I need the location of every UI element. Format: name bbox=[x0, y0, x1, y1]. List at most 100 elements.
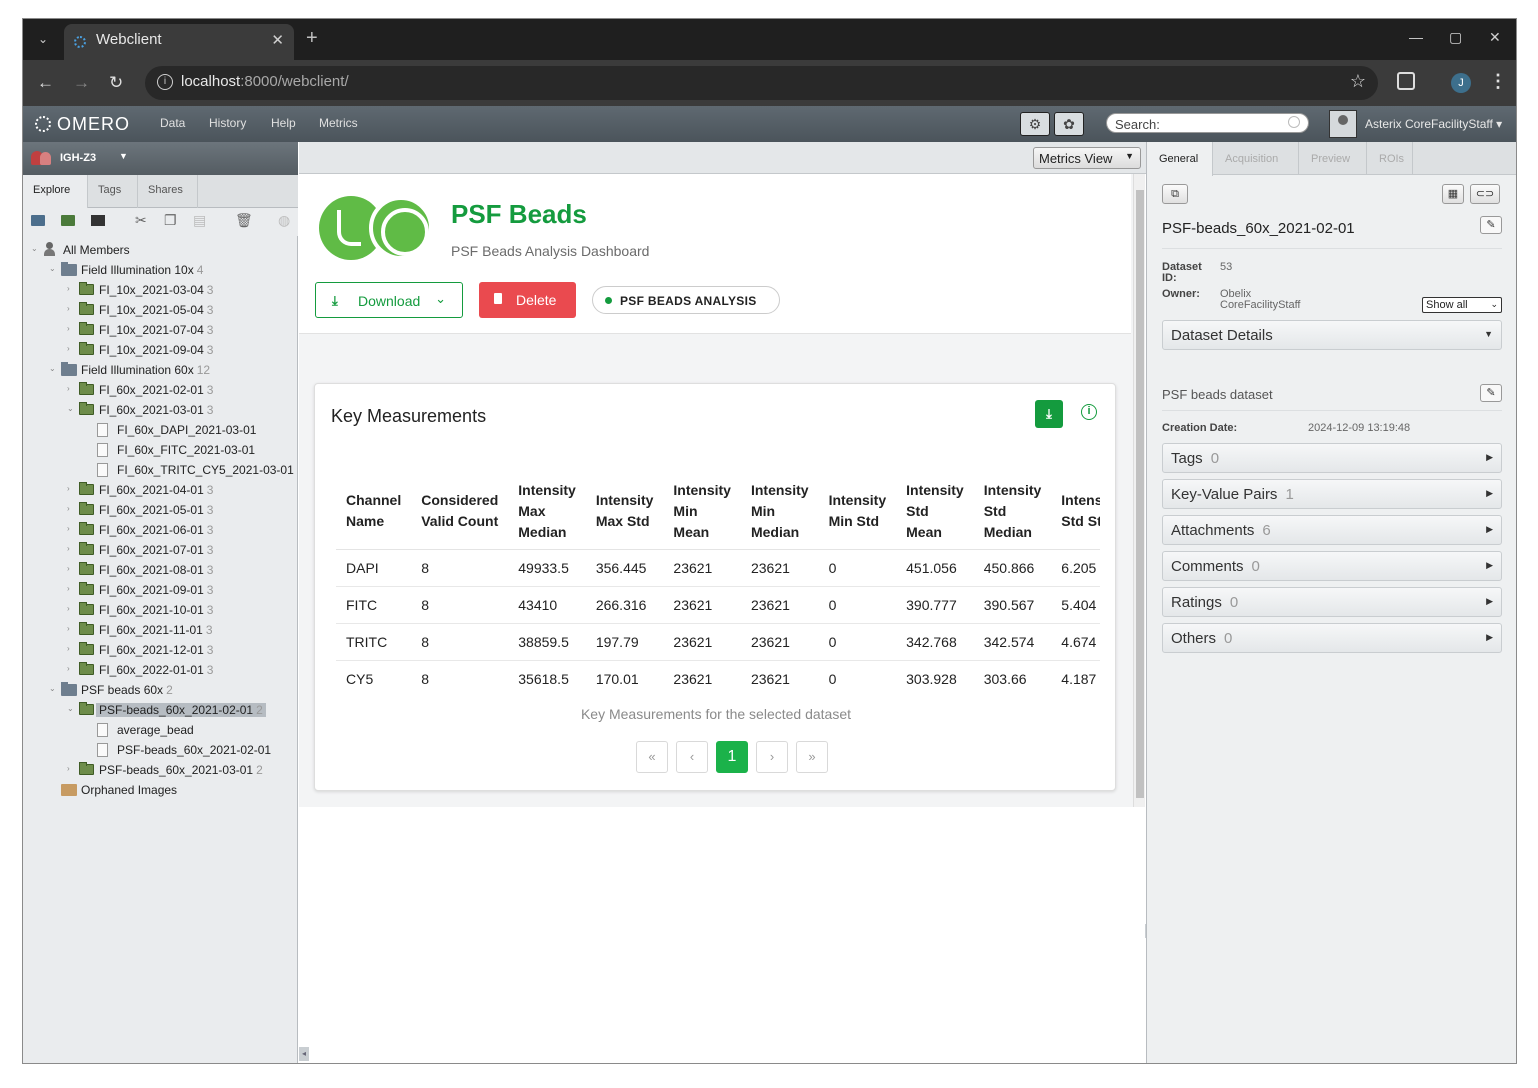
reload-icon[interactable]: ↻ bbox=[109, 73, 123, 93]
expand-arrow-icon[interactable]: › bbox=[67, 544, 70, 553]
tab-shares[interactable]: Shares bbox=[138, 175, 198, 208]
expand-arrow-icon[interactable]: › bbox=[67, 764, 70, 773]
dataset-details-section[interactable]: Dataset Details ▼ bbox=[1162, 320, 1502, 350]
last-page-button[interactable]: » bbox=[796, 741, 828, 773]
tab-preview[interactable]: Preview bbox=[1299, 142, 1367, 175]
nav-metrics[interactable]: Metrics bbox=[319, 116, 358, 130]
scrollbar-thumb[interactable] bbox=[1136, 190, 1144, 798]
nav-data[interactable]: Data bbox=[160, 116, 185, 130]
view-select[interactable]: Metrics View ▼ bbox=[1033, 147, 1141, 169]
next-page-button[interactable]: › bbox=[756, 741, 788, 773]
expand-arrow-icon[interactable]: › bbox=[67, 484, 70, 493]
expand-arrow-icon[interactable]: › bbox=[67, 604, 70, 613]
left-splitter-arrow-icon[interactable]: ◂ bbox=[299, 1047, 309, 1061]
create-project-icon[interactable] bbox=[31, 215, 45, 226]
new-tab-icon[interactable]: + bbox=[306, 27, 318, 50]
column-header[interactable]: Intensity Std Std bbox=[1051, 474, 1100, 550]
section-key-value-pairs[interactable]: Key-Value Pairs 1 ▶ bbox=[1162, 479, 1502, 509]
tab-explore[interactable]: Explore bbox=[23, 175, 88, 209]
column-header[interactable]: Channel Name bbox=[336, 474, 412, 550]
nav-help[interactable]: Help bbox=[271, 116, 296, 130]
column-header[interactable]: Intensity Max Std bbox=[585, 474, 664, 550]
maximize-icon[interactable]: ▢ bbox=[1449, 29, 1462, 46]
close-window-icon[interactable]: ✕ bbox=[1489, 29, 1501, 46]
close-tab-icon[interactable]: ✕ bbox=[271, 31, 284, 49]
collapse-arrow-icon[interactable]: ⌄ bbox=[31, 244, 38, 253]
user-menu[interactable]: Asterix CoreFacilityStaff ▾ bbox=[1365, 117, 1502, 131]
group-selector[interactable]: IGH-Z3 ▼ bbox=[23, 142, 298, 175]
column-header[interactable]: Intensity Max Median bbox=[508, 474, 586, 550]
tab-tags[interactable]: Tags bbox=[88, 175, 138, 208]
create-screen-icon[interactable] bbox=[91, 215, 105, 226]
share-icon[interactable]: ◍ bbox=[278, 212, 290, 229]
apps-icon[interactable]: ✿ bbox=[1054, 112, 1084, 136]
expand-arrow-icon[interactable]: › bbox=[67, 324, 70, 333]
copy-icon[interactable]: ❐ bbox=[164, 212, 177, 229]
address-bar[interactable]: i localhost:8000/webclient/ ☆ bbox=[145, 66, 1378, 100]
expand-arrow-icon[interactable]: › bbox=[67, 344, 70, 353]
minimize-icon[interactable]: — bbox=[1409, 29, 1423, 45]
chevron-down-icon[interactable]: ▼ bbox=[119, 151, 128, 161]
link-icon[interactable]: ⊂⊃ bbox=[1470, 184, 1500, 204]
show-all-select[interactable]: Show all ⌄ bbox=[1422, 297, 1502, 313]
expand-arrow-icon[interactable]: › bbox=[67, 284, 70, 293]
expand-arrow-icon[interactable]: › bbox=[67, 664, 70, 673]
column-header[interactable]: Intensity Min Median bbox=[740, 474, 819, 550]
extensions-icon[interactable] bbox=[1397, 72, 1415, 90]
center-scrollbar[interactable] bbox=[1133, 174, 1145, 807]
paste-icon[interactable]: ▤ bbox=[193, 212, 206, 229]
open-viewer-icon[interactable]: ⧉ bbox=[1162, 184, 1188, 204]
forward-icon[interactable]: → bbox=[73, 73, 90, 93]
edit-description-icon[interactable]: ✎ bbox=[1480, 384, 1502, 402]
edit-name-icon[interactable]: ✎ bbox=[1480, 216, 1502, 234]
collapse-arrow-icon[interactable]: ⌄ bbox=[49, 684, 56, 693]
section-tags[interactable]: Tags 0 ▶ bbox=[1162, 443, 1502, 473]
table-download-button[interactable]: ⤓ bbox=[1035, 400, 1063, 428]
expand-arrow-icon[interactable]: › bbox=[67, 304, 70, 313]
column-header[interactable]: Intensity Min Mean bbox=[663, 474, 741, 550]
column-header[interactable]: Intensity Min Std bbox=[818, 474, 897, 550]
column-header[interactable]: Intensity Std Mean bbox=[896, 474, 974, 550]
expand-arrow-icon[interactable]: › bbox=[67, 644, 70, 653]
profile-avatar[interactable]: J bbox=[1451, 73, 1471, 93]
create-dataset-icon[interactable] bbox=[61, 215, 75, 226]
collapse-arrow-icon[interactable]: ⌄ bbox=[49, 364, 56, 373]
section-attachments[interactable]: Attachments 6 ▶ bbox=[1162, 515, 1502, 545]
expand-arrow-icon[interactable]: › bbox=[67, 384, 70, 393]
section-comments[interactable]: Comments 0 ▶ bbox=[1162, 551, 1502, 581]
section-ratings[interactable]: Ratings 0 ▶ bbox=[1162, 587, 1502, 617]
page-button-current[interactable]: 1 bbox=[716, 741, 748, 773]
search-icon[interactable] bbox=[1288, 116, 1300, 128]
user-avatar[interactable] bbox=[1329, 110, 1357, 138]
omero-logo[interactable]: OMERO bbox=[35, 114, 130, 135]
first-page-button[interactable]: « bbox=[636, 741, 668, 773]
info-icon[interactable]: i bbox=[1081, 404, 1097, 420]
delete-icon[interactable]: 🗑 bbox=[235, 212, 253, 229]
tab-search-icon[interactable]: ⌄ bbox=[33, 29, 53, 49]
collapse-arrow-icon[interactable]: ⌄ bbox=[67, 704, 74, 713]
cut-icon[interactable]: ✂ bbox=[135, 212, 147, 229]
expand-arrow-icon[interactable]: › bbox=[67, 564, 70, 573]
site-info-icon[interactable]: i bbox=[157, 74, 173, 90]
expand-arrow-icon[interactable]: › bbox=[67, 624, 70, 633]
column-header[interactable]: Intensity Std Median bbox=[973, 474, 1052, 550]
section-others[interactable]: Others 0 ▶ bbox=[1162, 623, 1502, 653]
prev-page-button[interactable]: ‹ bbox=[676, 741, 708, 773]
search-input[interactable]: Search: bbox=[1106, 113, 1309, 133]
nav-history[interactable]: History bbox=[209, 116, 246, 130]
browser-tab[interactable]: Webclient ✕ bbox=[64, 24, 294, 60]
expand-arrow-icon[interactable]: › bbox=[67, 584, 70, 593]
scripts-gear-icon[interactable]: ⚙ bbox=[1020, 112, 1050, 136]
column-header[interactable]: Considered Valid Count bbox=[411, 474, 509, 550]
tab-acquisition[interactable]: Acquisition bbox=[1213, 142, 1299, 175]
expand-arrow-icon[interactable]: › bbox=[67, 504, 70, 513]
tab-general[interactable]: General bbox=[1147, 142, 1213, 176]
bookmark-star-icon[interactable]: ☆ bbox=[1350, 71, 1366, 92]
grid-view-icon[interactable]: ▦ bbox=[1442, 184, 1464, 204]
delete-button[interactable]: Delete bbox=[479, 282, 576, 318]
collapse-arrow-icon[interactable]: ⌄ bbox=[67, 404, 74, 413]
measurements-table-wrapper[interactable]: Channel Name Considered Valid Count Intensit… bbox=[336, 474, 1100, 690]
expand-arrow-icon[interactable]: › bbox=[67, 524, 70, 533]
browser-menu-icon[interactable]: ⋮ bbox=[1489, 71, 1507, 92]
back-icon[interactable]: ← bbox=[37, 73, 54, 93]
